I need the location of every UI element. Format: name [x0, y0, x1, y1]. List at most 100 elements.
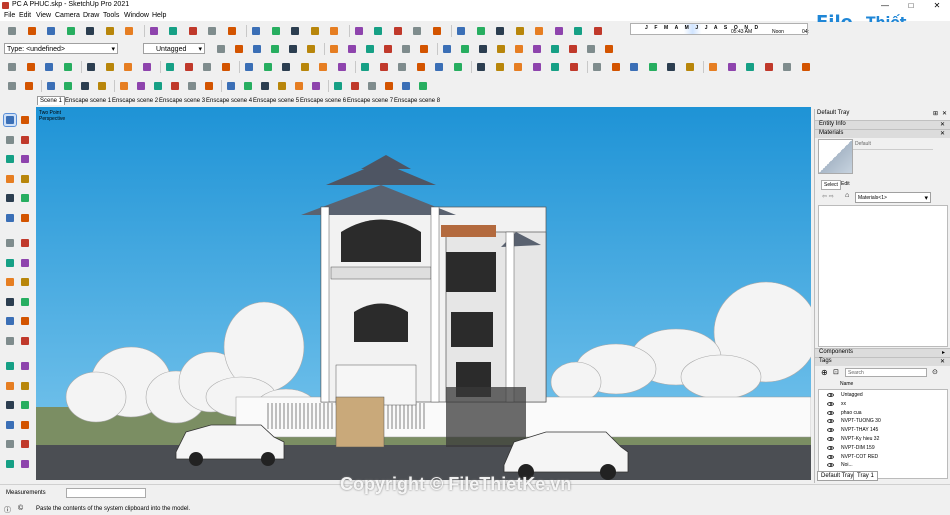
entity-info-header[interactable]: Entity Info ✕ [815, 120, 950, 129]
section-tool-button[interactable] [372, 25, 384, 37]
pie-tool-button[interactable] [220, 61, 232, 73]
move-tool-button[interactable] [4, 237, 16, 249]
stamp-tool-button[interactable] [781, 61, 793, 73]
paste-tool-button[interactable] [250, 25, 262, 37]
section-fill-tool-button[interactable] [19, 458, 31, 470]
zoom-tool-button[interactable] [512, 61, 524, 73]
home-icon[interactable]: ⌂ [845, 192, 849, 199]
eraser-tool-button[interactable] [23, 80, 35, 92]
select-arrow-tool-button[interactable] [6, 80, 18, 92]
circle-tool-button[interactable] [164, 61, 176, 73]
camera-tool-button[interactable] [123, 25, 135, 37]
rectangle-tool-button[interactable] [122, 61, 134, 73]
enscape-view-tool-button[interactable] [364, 43, 376, 55]
layout-tool-button[interactable] [328, 25, 340, 37]
rectangle-tool-button[interactable] [4, 173, 16, 185]
enscape-visual-tool-button[interactable] [495, 43, 507, 55]
enscape-start-tool-button[interactable] [328, 43, 340, 55]
tape-measure-tool-button[interactable] [4, 296, 16, 308]
tag-row[interactable]: NVPT-TUONG 30 [819, 418, 939, 427]
zoom-window-tool-button[interactable] [531, 61, 543, 73]
tape-tool-tool-button[interactable] [225, 80, 237, 92]
menu-window[interactable]: Window [124, 12, 149, 19]
materials-list[interactable] [818, 205, 948, 347]
paint-bucket-tool-button[interactable] [4, 134, 16, 146]
position-camera-tool-button[interactable] [568, 61, 580, 73]
tray-close-icon[interactable]: ✕ [942, 110, 947, 117]
tag-search-input[interactable]: Search [845, 368, 927, 377]
front-tool-button[interactable] [665, 61, 677, 73]
walk-tool-button[interactable] [553, 25, 565, 37]
eye-icon[interactable] [827, 393, 834, 397]
zoom-window-tool-button[interactable] [19, 380, 31, 392]
axes-tool-tool-button[interactable] [276, 80, 288, 92]
model-viewport[interactable]: Two Point Perspective [36, 107, 811, 480]
position-tool-tool-button[interactable] [400, 80, 412, 92]
textured-tool-button[interactable] [287, 43, 299, 55]
zoom-extents-tool-button[interactable] [4, 399, 16, 411]
tab-scene-1[interactable]: Scene 1 [37, 96, 66, 105]
style-xray-tool-button[interactable] [215, 43, 227, 55]
look-around-tool-button[interactable] [591, 61, 603, 73]
undo-tool-button[interactable] [167, 25, 179, 37]
sandbox-tool-button[interactable] [744, 61, 756, 73]
tag-row[interactable]: NVPT-COT RED [819, 454, 939, 463]
save-tool-button[interactable] [45, 25, 57, 37]
materials-header[interactable]: Materials ✕ [815, 129, 950, 138]
measurements-input[interactable] [66, 488, 146, 498]
tag-row[interactable]: Untagged [819, 392, 939, 401]
right-tool-button[interactable] [684, 61, 696, 73]
move-tool-button[interactable] [262, 61, 274, 73]
arc-tool-tool-button[interactable] [96, 80, 108, 92]
components-header[interactable]: Components ▸ [815, 348, 950, 357]
menu-edit[interactable]: Edit [19, 12, 31, 19]
tray-tab-1[interactable]: Tray 1 [853, 471, 878, 481]
tab-enscape-scene-4[interactable]: Enscape scene 4 [206, 98, 252, 104]
rectangle-tool-tool-button[interactable] [62, 80, 74, 92]
menu-tools[interactable]: Tools [103, 12, 119, 19]
text-tool-button[interactable] [415, 61, 427, 73]
eye-icon[interactable] [827, 419, 834, 424]
walk-tool-button[interactable] [4, 438, 16, 450]
extension-tool-button[interactable] [309, 25, 321, 37]
line-tool-button[interactable] [85, 61, 97, 73]
circle-tool-button[interactable] [4, 192, 16, 204]
enscape-batch-tool-button[interactable] [531, 43, 543, 55]
offset-tool-button[interactable] [336, 61, 348, 73]
polygon-tool-button[interactable] [183, 61, 195, 73]
offset-tool-button[interactable] [19, 276, 31, 288]
scenes-tool-button[interactable] [392, 25, 404, 37]
top-tool-button[interactable] [647, 61, 659, 73]
enscape-sync-tool-button[interactable] [346, 43, 358, 55]
walk-tool-tool-button[interactable] [366, 80, 378, 92]
eye-icon[interactable] [827, 428, 834, 433]
scale-tool-tool-button[interactable] [203, 80, 215, 92]
dimension-tool-button[interactable] [19, 296, 31, 308]
orbit-tool-button[interactable] [4, 360, 16, 372]
polygon-tool-button[interactable] [19, 192, 31, 204]
follow-tool-tool-button[interactable] [186, 80, 198, 92]
follow-me-tool-button[interactable] [317, 61, 329, 73]
tab-edit[interactable]: Edit [841, 181, 850, 187]
left-tool-button[interactable] [726, 61, 738, 73]
enscape-video-tool-button[interactable] [400, 43, 412, 55]
enscape-tool-button[interactable] [411, 25, 423, 37]
iso-tool-button[interactable] [628, 61, 640, 73]
tape-measure-tool-button[interactable] [359, 61, 371, 73]
user-tool-tool-button[interactable] [417, 80, 429, 92]
pan-tool-button[interactable] [514, 25, 526, 37]
tag-row[interactable]: phao cua [819, 410, 939, 419]
previous-view-tool-button[interactable] [19, 399, 31, 411]
menu-draw[interactable]: Draw [83, 12, 99, 19]
paint-tool-button[interactable] [148, 25, 160, 37]
pan-tool-button[interactable] [19, 360, 31, 372]
menu-file[interactable]: File [4, 12, 15, 19]
tray-pin-icon[interactable]: ⊞ [933, 110, 938, 117]
tab-enscape-scene-2[interactable]: Enscape scene 2 [112, 98, 158, 104]
tab-enscape-scene-1[interactable]: Enscape scene 1 [65, 98, 111, 104]
shaded-tool-button[interactable] [269, 43, 281, 55]
rotate-tool-button[interactable] [280, 61, 292, 73]
info-icon[interactable]: ⓘ [4, 505, 11, 515]
paint-bucket-tool-button[interactable] [43, 61, 55, 73]
scale-tool-button[interactable] [4, 276, 16, 288]
